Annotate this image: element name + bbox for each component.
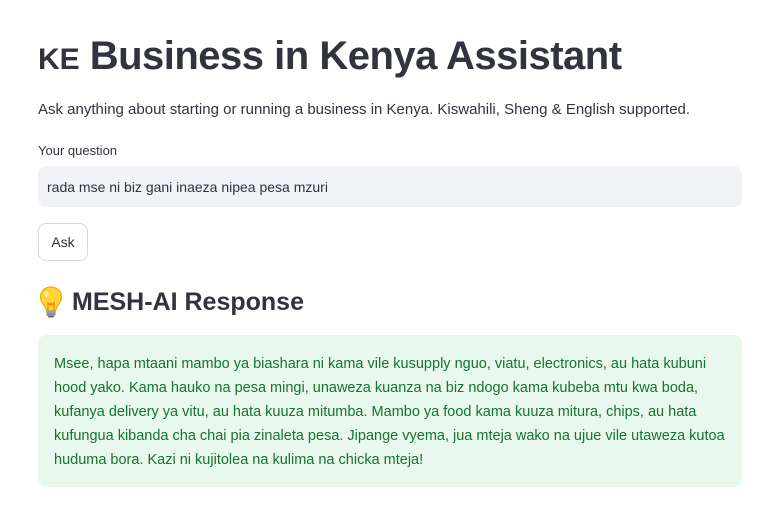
response-alert: Msee, hapa mtaani mambo ya biashara ni k… [38,335,742,487]
response-heading-text: MESH-AI Response [72,288,304,316]
ask-button[interactable]: Ask [38,223,88,261]
kenya-flag-icon: KE [38,43,80,76]
question-label: Your question [38,143,118,158]
page-title: KE Business in Kenya Assistant [38,30,622,86]
page-title-text: Business in Kenya Assistant [89,34,622,78]
lightbulb-icon [38,285,64,319]
question-input[interactable] [38,166,742,207]
response-heading: MESH-AI Response [38,284,304,320]
page-subtitle: Ask anything about starting or running a… [38,101,691,118]
response-text: Msee, hapa mtaani mambo ya biashara ni k… [54,356,725,468]
